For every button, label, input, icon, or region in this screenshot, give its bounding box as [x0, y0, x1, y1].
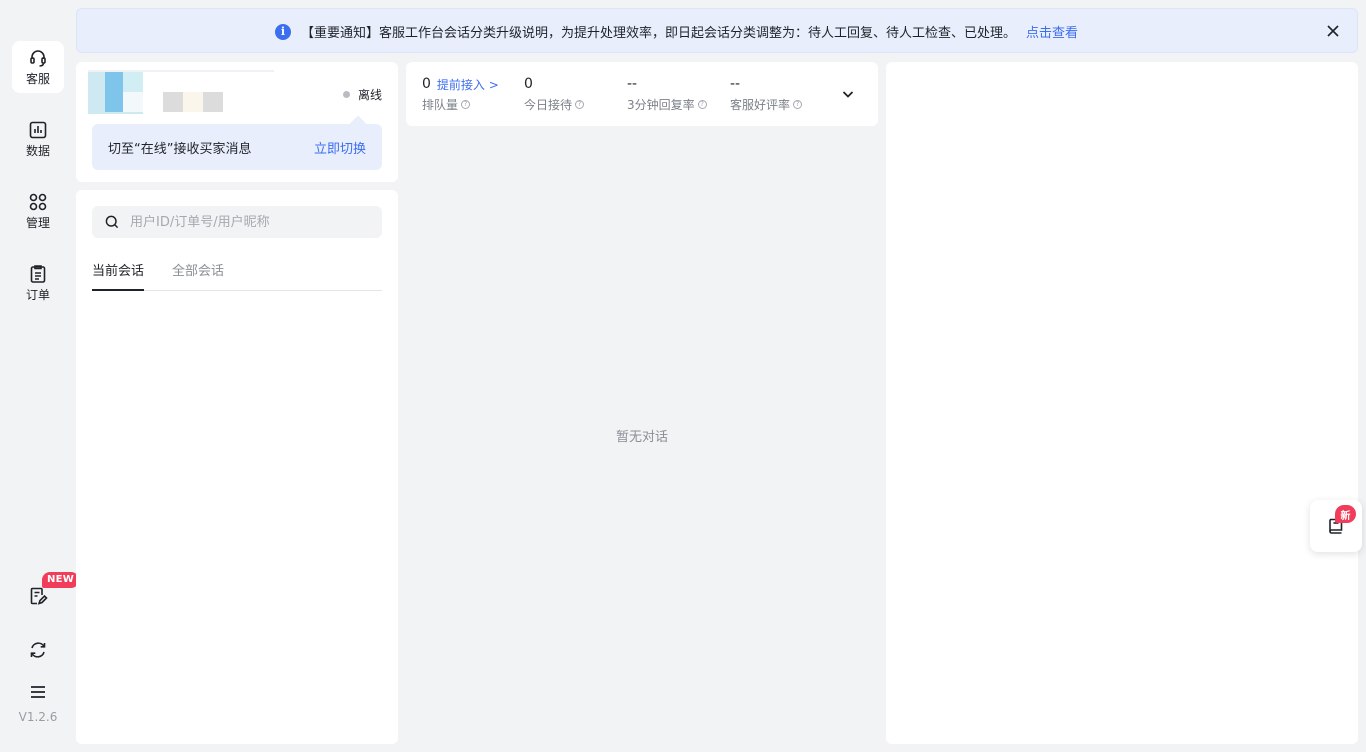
search-icon: [105, 215, 119, 229]
menu-icon: [31, 686, 45, 698]
nav-item-service[interactable]: 客服: [12, 41, 64, 93]
status-indicator[interactable]: 离线: [342, 86, 382, 103]
stat-good-rate: -- 客服好评率 ?: [730, 74, 803, 113]
empty-conversation-text: 暂无对话: [615, 430, 668, 445]
switch-now-link[interactable]: 立即切换: [314, 138, 366, 157]
nav-item-data[interactable]: 数据: [12, 113, 64, 165]
grid-icon: [29, 193, 47, 211]
stats-bar: 0 提前接入 > 排队量 ? 0 今日接待 ? -- 3分钟回复率 ? -- 客…: [406, 62, 878, 126]
switch-tip-text: 切至“在线”接收买家消息: [108, 141, 252, 157]
help-icon[interactable]: ?: [575, 100, 585, 109]
headset-icon: [30, 50, 46, 67]
tab-current-conversations[interactable]: 当前会话: [92, 260, 145, 291]
today-value: 0: [524, 76, 533, 92]
menu-button[interactable]: [22, 676, 54, 708]
status-label: 离线: [357, 88, 382, 102]
nav-item-manage[interactable]: 管理: [12, 185, 64, 237]
help-icon[interactable]: ?: [461, 100, 471, 109]
conversation-list-panel: 当前会话 全部会话: [76, 190, 398, 744]
notice-text: 【重要通知】客服工作台会话分类升级说明，为提升处理效率，即日起会话分类调整为：待…: [301, 26, 1017, 41]
reply-rate-value: --: [627, 76, 638, 92]
help-icon[interactable]: ?: [697, 100, 707, 109]
queue-value: 0: [422, 76, 431, 92]
note-edit-icon: [30, 587, 48, 605]
good-rate-value: --: [730, 76, 741, 92]
notice-bar: i 【重要通知】客服工作台会话分类升级说明，为提升处理效率，即日起会话分类调整为…: [76, 8, 1358, 53]
new-badge: NEW: [42, 572, 80, 588]
queue-label: 排队量: [422, 98, 459, 112]
search-input[interactable]: [130, 214, 370, 230]
reply-rate-label: 3分钟回复率: [627, 98, 695, 112]
good-rate-label: 客服好评率: [730, 98, 791, 112]
info-icon: i: [275, 23, 291, 40]
new-badge: 新: [1335, 505, 1356, 523]
today-label: 今日接待: [524, 98, 573, 112]
conversation-tabs: 当前会话 全部会话: [92, 256, 382, 291]
nav-label: 客服: [25, 72, 50, 86]
avatar: [88, 70, 274, 114]
close-icon[interactable]: [1323, 21, 1343, 41]
profile-panel: 离线 切至“在线”接收买家消息 立即切换: [76, 62, 398, 182]
refresh-button[interactable]: [22, 634, 54, 666]
search-box[interactable]: [92, 206, 382, 238]
status-dot: [342, 91, 350, 98]
early-access-link[interactable]: 提前接入 >: [437, 76, 499, 93]
switch-online-tip: 切至“在线”接收买家消息 立即切换: [92, 124, 382, 170]
stat-reply-rate: -- 3分钟回复率 ?: [627, 74, 707, 113]
chevron-down-icon[interactable]: [840, 86, 856, 102]
detail-panel: [886, 62, 1358, 744]
help-icon[interactable]: ?: [793, 100, 803, 109]
nav-label: 数据: [25, 144, 50, 158]
left-nav: 客服 数据 管理 订单 NEW V1.2.6: [0, 0, 80, 752]
clipboard-icon: [30, 265, 46, 283]
refresh-icon: [30, 642, 46, 658]
version-label: V1.2.6: [18, 710, 58, 724]
nav-item-orders[interactable]: 订单: [12, 257, 64, 309]
stat-today: 0 今日接待 ?: [524, 74, 585, 113]
chart-icon: [29, 121, 47, 139]
nav-label: 管理: [25, 216, 50, 230]
stat-queue: 0 提前接入 > 排队量 ?: [422, 74, 499, 113]
nav-label: 订单: [25, 288, 50, 302]
notice-view-link[interactable]: 点击查看: [1026, 22, 1078, 41]
tab-all-conversations[interactable]: 全部会话: [172, 260, 224, 290]
